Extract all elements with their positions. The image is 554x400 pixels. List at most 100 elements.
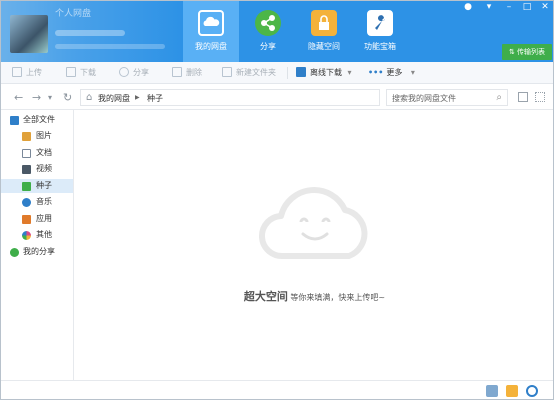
user-level-bar	[55, 30, 125, 36]
sidebar: 全部文件 图片 文档 视频 种子 音乐 应用 其他 我的分享	[0, 110, 74, 380]
lock-icon	[311, 10, 337, 36]
download-button[interactable]: 下载	[66, 67, 96, 79]
share-button[interactable]: 分享	[119, 67, 149, 79]
cloud-disk-icon	[198, 10, 224, 36]
user-name: 个人网盘	[55, 9, 92, 19]
close-icon[interactable]: ✕	[538, 2, 552, 12]
address-bar: ← → ▾ ↻ ⌂ 我的网盘 ▶ 种子 搜索我的网盘文件 ⌕	[0, 86, 554, 110]
offline-download-button[interactable]: 离线下载 ▾	[296, 67, 352, 79]
transfer-icon: ⇅	[508, 48, 515, 56]
storage-bar	[55, 44, 165, 49]
avatar[interactable]	[10, 15, 48, 53]
tab-private[interactable]: 隐藏空间	[296, 0, 352, 62]
transfer-list-label: 传输列表	[517, 48, 546, 56]
download-label: 下载	[80, 68, 96, 77]
sidebar-item-other[interactable]: 其他	[0, 228, 73, 242]
tab-my-disk-label: 我的网盘	[195, 42, 227, 51]
more-button[interactable]: ••• 更多 ▾	[368, 67, 415, 79]
transfer-list-button[interactable]: ⇅ 传输列表	[502, 44, 552, 60]
menu-icon[interactable]: ▾	[482, 2, 496, 12]
breadcrumb-current[interactable]: 种子	[147, 93, 163, 104]
empty-cloud-icon	[258, 187, 368, 260]
delete-button[interactable]: 删除	[172, 67, 202, 79]
breadcrumb: ⌂ 我的网盘 ▶ 种子	[80, 89, 380, 106]
user-panel[interactable]: 个人网盘	[0, 0, 182, 62]
toolbar-divider	[287, 67, 288, 79]
other-icon	[22, 231, 31, 240]
trash-icon	[172, 67, 182, 77]
grid-view-icon[interactable]	[535, 92, 545, 102]
sidebar-item-apps[interactable]: 应用	[0, 212, 73, 226]
sidebar-item-my-share[interactable]: 我的分享	[0, 245, 73, 259]
breadcrumb-separator-icon: ▶	[135, 94, 140, 101]
tab-private-label: 隐藏空间	[308, 42, 340, 51]
help-icon[interactable]	[526, 385, 538, 397]
tab-share[interactable]: 分享	[240, 0, 296, 62]
sidebar-item-label: 音乐	[36, 197, 52, 206]
sidebar-item-torrents[interactable]: 种子	[0, 179, 73, 193]
chevron-down-icon: ▾	[410, 68, 415, 77]
upload-task-icon[interactable]	[506, 385, 518, 397]
new-folder-button[interactable]: 新建文件夹	[222, 67, 276, 79]
header-bar: 个人网盘 我的网盘 分享 隐藏空间 功能宝箱 ● ▾ – □ ✕ ⇅ 传输列表	[0, 0, 554, 62]
music-icon	[22, 198, 31, 207]
search-icon[interactable]: ⌕	[496, 92, 502, 103]
tab-share-label: 分享	[260, 42, 276, 51]
video-icon	[22, 165, 31, 174]
refresh-icon[interactable]: ↻	[63, 91, 72, 104]
tab-toolbox[interactable]: 功能宝箱	[352, 0, 408, 62]
torrent-icon	[22, 182, 31, 191]
share-icon	[10, 248, 19, 257]
upload-label: 上传	[26, 68, 42, 77]
list-view-icon[interactable]	[518, 92, 528, 102]
offline-download-label: 离线下载	[310, 68, 342, 77]
sidebar-item-label: 其他	[36, 230, 52, 239]
empty-state-message: 超大空间 等你来填满，快来上传吧~	[75, 288, 554, 304]
sidebar-item-music[interactable]: 音乐	[0, 195, 73, 209]
app-icon	[22, 215, 31, 224]
toolbar: 上传 下载 分享 删除 新建文件夹 离线下载 ▾ ••• 更多 ▾	[0, 62, 554, 84]
share-icon	[255, 10, 281, 36]
share-label: 分享	[133, 68, 149, 77]
empty-state-subtitle: 等你来填满，快来上传吧~	[290, 293, 386, 302]
sidebar-item-images[interactable]: 图片	[0, 129, 73, 143]
sidebar-item-videos[interactable]: 视频	[0, 162, 73, 176]
chevron-down-icon: ▾	[347, 68, 352, 77]
sidebar-item-label: 文档	[36, 148, 52, 157]
offline-download-icon	[296, 67, 306, 77]
empty-state-title: 超大空间	[243, 290, 288, 303]
minimize-icon[interactable]: –	[502, 2, 516, 12]
new-folder-icon	[222, 67, 232, 77]
back-arrow-icon[interactable]: ←	[14, 91, 23, 104]
download-icon	[66, 67, 76, 77]
wrench-icon	[367, 10, 393, 36]
more-dots-icon: •••	[368, 68, 384, 77]
tab-my-disk[interactable]: 我的网盘	[183, 0, 239, 62]
sidebar-item-documents[interactable]: 文档	[0, 146, 73, 160]
search-placeholder: 搜索我的网盘文件	[392, 94, 456, 103]
grid-apps-icon[interactable]	[486, 385, 498, 397]
sidebar-item-label: 全部文件	[23, 115, 55, 124]
breadcrumb-root[interactable]: 我的网盘	[98, 93, 130, 104]
history-dropdown-icon[interactable]: ▾	[48, 93, 52, 102]
sidebar-item-label: 图片	[36, 131, 52, 140]
home-icon[interactable]: ⌂	[86, 92, 92, 103]
folder-icon	[10, 116, 19, 125]
search-input[interactable]: 搜索我的网盘文件 ⌕	[386, 89, 508, 106]
delete-label: 删除	[186, 68, 202, 77]
file-list-area[interactable]: 超大空间 等你来填满，快来上传吧~	[75, 110, 554, 380]
forward-arrow-icon[interactable]: →	[32, 91, 41, 104]
upload-button[interactable]: 上传	[12, 67, 42, 79]
document-icon	[22, 149, 31, 158]
notification-icon[interactable]: ●	[461, 2, 475, 12]
sidebar-item-all-files[interactable]: 全部文件	[0, 113, 73, 127]
maximize-icon[interactable]: □	[520, 2, 534, 12]
sidebar-item-label: 我的分享	[23, 247, 55, 256]
status-bar	[0, 380, 554, 400]
tab-toolbox-label: 功能宝箱	[364, 42, 396, 51]
new-folder-label: 新建文件夹	[236, 68, 276, 77]
upload-icon	[12, 67, 22, 77]
sidebar-item-label: 种子	[36, 181, 52, 190]
share-icon	[119, 67, 129, 77]
image-icon	[22, 132, 31, 141]
